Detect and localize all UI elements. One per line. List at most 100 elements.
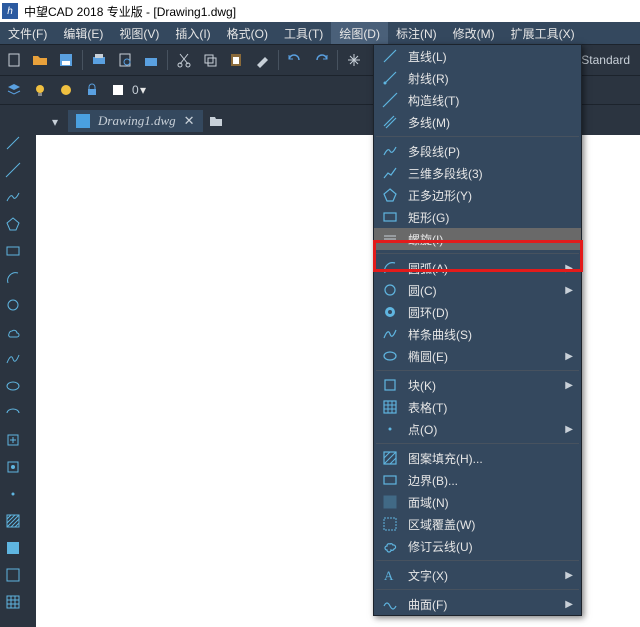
menu-item-block[interactable]: 块(K)▶ <box>374 374 581 396</box>
menu-item-arc[interactable]: 圆弧(A)▶ <box>374 257 581 279</box>
match-prop-icon[interactable] <box>250 48 274 72</box>
insert-block-icon[interactable] <box>3 430 23 450</box>
submenu-arrow-icon: ▶ <box>565 263 573 274</box>
menu-item-revcl[interactable]: 修订云线(U) <box>374 535 581 557</box>
menu-item-poly[interactable]: 正多边形(Y) <box>374 184 581 206</box>
menu-item-mline[interactable]: 多线(M) <box>374 111 581 133</box>
lock-icon[interactable] <box>80 78 104 102</box>
rect-tool-icon[interactable] <box>3 241 23 261</box>
menu-item-label: 面域(N) <box>408 494 573 511</box>
bulb-icon[interactable] <box>28 78 52 102</box>
table-tool-icon[interactable] <box>3 592 23 612</box>
gradient-tool-icon[interactable] <box>3 538 23 558</box>
close-icon[interactable]: ✕ <box>184 113 195 129</box>
polygon-tool-icon[interactable] <box>3 214 23 234</box>
layer-name-label[interactable]: 0 <box>132 83 138 97</box>
menu-separator <box>376 253 579 254</box>
menu-item-wipe[interactable]: 区域覆盖(W) <box>374 513 581 535</box>
menu-item-label: 矩形(G) <box>408 209 573 226</box>
point-tool-icon[interactable] <box>3 484 23 504</box>
menu-separator <box>376 560 579 561</box>
menu-item-text[interactable]: A文字(X)▶ <box>374 564 581 586</box>
menu-item-spl[interactable]: 样条曲线(S) <box>374 323 581 345</box>
freeze-icon[interactable] <box>54 78 78 102</box>
make-block-icon[interactable] <box>3 457 23 477</box>
paste-icon[interactable] <box>224 48 248 72</box>
menu-item-ell[interactable]: 椭圆(E)▶ <box>374 345 581 367</box>
menu-item[interactable]: 格式(O) <box>219 22 276 44</box>
spline-tool-icon[interactable] <box>3 349 23 369</box>
new-file-icon[interactable] <box>2 48 26 72</box>
redo-icon[interactable] <box>309 48 333 72</box>
spl-icon <box>382 326 398 342</box>
menu-item[interactable]: 编辑(E) <box>55 22 111 44</box>
chevron-down-icon[interactable]: ▾ <box>140 83 148 97</box>
revcloud-tool-icon[interactable] <box>3 322 23 342</box>
xline-icon <box>382 92 398 108</box>
menu-item-label: 多段线(P) <box>408 143 573 160</box>
menu-item[interactable]: 修改(M) <box>445 22 503 44</box>
point-icon <box>382 421 398 437</box>
copy-icon[interactable] <box>198 48 222 72</box>
region-tool-icon[interactable] <box>3 565 23 585</box>
rect-icon <box>382 209 398 225</box>
print-preview-icon[interactable] <box>113 48 137 72</box>
menu-item-table[interactable]: 表格(T) <box>374 396 581 418</box>
circ-icon <box>382 282 398 298</box>
menu-item-hatch[interactable]: 图案填充(H)... <box>374 447 581 469</box>
layer-color-icon[interactable] <box>106 78 130 102</box>
menu-item-label: 表格(T) <box>408 399 573 416</box>
tab-label: Drawing1.dwg <box>98 113 176 129</box>
menu-item[interactable]: 视图(V) <box>111 22 167 44</box>
menu-item[interactable]: 绘图(D) <box>331 22 388 44</box>
line-tool-icon[interactable] <box>3 133 23 153</box>
menu-item-donut[interactable]: 圆环(D) <box>374 301 581 323</box>
submenu-arrow-icon: ▶ <box>565 285 573 296</box>
circle-tool-icon[interactable] <box>3 295 23 315</box>
pline-tool-icon[interactable] <box>3 187 23 207</box>
arc-tool-icon[interactable] <box>3 268 23 288</box>
document-tab[interactable]: Drawing1.dwg ✕ <box>68 110 203 132</box>
tab-scroll-icon[interactable]: ▾ <box>52 115 64 127</box>
menu-item-circ[interactable]: 圆(C) ▶ <box>374 279 581 301</box>
hatch-tool-icon[interactable] <box>3 511 23 531</box>
menu-item-line[interactable]: 直线(L) <box>374 45 581 67</box>
publish-icon[interactable] <box>139 48 163 72</box>
open-folder-icon[interactable] <box>28 48 52 72</box>
menu-item-label: 圆(C) <box>408 282 555 299</box>
menu-item-label: 区域覆盖(W) <box>408 516 573 533</box>
undo-icon[interactable] <box>283 48 307 72</box>
pan-icon[interactable] <box>342 48 366 72</box>
menu-item-region[interactable]: 面域(N) <box>374 491 581 513</box>
menu-item[interactable]: 标注(N) <box>388 22 445 44</box>
menu-item-bound[interactable]: 边界(B)... <box>374 469 581 491</box>
menu-item-point[interactable]: 点(O)▶ <box>374 418 581 440</box>
menu-item-surf[interactable]: 曲面(F)▶ <box>374 593 581 615</box>
menu-separator <box>376 589 579 590</box>
menu-item-label: 螺旋(I) <box>408 231 573 248</box>
menu-item-p3d[interactable]: 三维多段线(3) <box>374 162 581 184</box>
cut-icon[interactable] <box>172 48 196 72</box>
xline-tool-icon[interactable] <box>3 160 23 180</box>
menu-item-label: 多线(M) <box>408 114 573 131</box>
text-style-label[interactable]: Standard <box>581 53 638 67</box>
svg-text:A: A <box>384 568 394 583</box>
print-icon[interactable] <box>87 48 111 72</box>
new-tab-icon[interactable] <box>207 112 225 130</box>
menu-item-rect[interactable]: 矩形(G) <box>374 206 581 228</box>
menu-item-pline[interactable]: 多段线(P) <box>374 140 581 162</box>
ellipse-arc-tool-icon[interactable] <box>3 403 23 423</box>
save-icon[interactable] <box>54 48 78 72</box>
submenu-arrow-icon: ▶ <box>565 570 573 581</box>
menu-item-spiral[interactable]: 螺旋(I) <box>374 228 581 250</box>
toolbar-sep <box>82 50 83 70</box>
menu-item[interactable]: 文件(F) <box>0 22 55 44</box>
ellipse-tool-icon[interactable] <box>3 376 23 396</box>
layer-manager-icon[interactable] <box>2 78 26 102</box>
menu-item-ray[interactable]: 射线(R) <box>374 67 581 89</box>
menu-item[interactable]: 插入(I) <box>167 22 218 44</box>
menu-item[interactable]: 扩展工具(X) <box>503 22 583 44</box>
bound-icon <box>382 472 398 488</box>
menu-item[interactable]: 工具(T) <box>276 22 331 44</box>
menu-item-xline[interactable]: 构造线(T) <box>374 89 581 111</box>
